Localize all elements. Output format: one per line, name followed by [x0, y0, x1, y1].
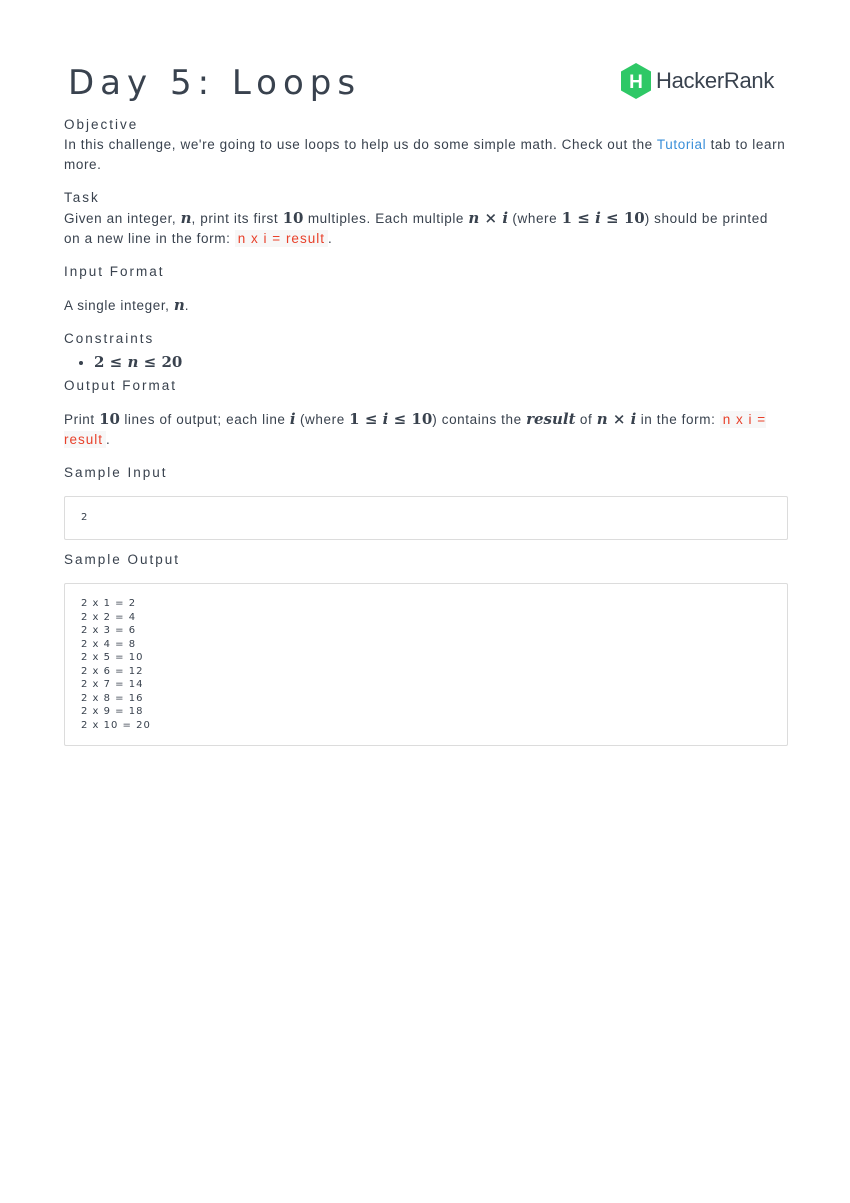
page-title: Day 5: Loops — [68, 63, 362, 103]
code-line: 2 — [81, 512, 89, 523]
problem-statement: Objective In this challenge, we're going… — [64, 115, 788, 746]
task-text: Given an integer, n, print its first 10 … — [64, 209, 768, 247]
code-line: 2 x 9 = 18 — [81, 706, 144, 717]
logo-letter: H — [629, 72, 643, 93]
output-format-text: Print 10 lines of output; each line i (w… — [64, 410, 767, 448]
output-format-heading: Output Format — [64, 378, 178, 393]
hackerrank-hexagon-icon: H — [621, 63, 651, 99]
input-format-heading: Input Format — [64, 264, 165, 279]
format-code: n x i = result — [234, 230, 328, 247]
brand-name: HackerRank — [656, 68, 775, 93]
code-line: 2 x 10 = 20 — [81, 719, 151, 731]
objective-heading: Objective — [64, 117, 139, 132]
code-line: 2 x 3 = 6 — [81, 625, 137, 636]
tutorial-link[interactable]: Tutorial — [657, 137, 706, 152]
input-format-text: A single integer, n. — [64, 296, 190, 314]
constraints-heading: Constraints — [64, 331, 155, 346]
sample-output-heading: Sample Output — [64, 552, 181, 567]
math-multiple: n × i — [468, 209, 509, 227]
constraint-item: 2 ≤ n ≤ 20 — [94, 349, 788, 376]
task-heading: Task — [64, 190, 100, 205]
code-line: 2 x 1 = 2 — [81, 598, 137, 609]
brand-logo: H HackerRank — [620, 63, 774, 99]
sample-output-box: 2 x 1 = 2 2 x 2 = 4 2 x 3 = 6 2 x 4 = 8 … — [64, 583, 788, 746]
math-n: n — [180, 209, 192, 227]
code-line: 2 x 8 = 16 — [81, 692, 144, 704]
code-line: 2 x 2 = 4 — [81, 611, 137, 623]
objective-text: In this challenge, we're going to use lo… — [64, 137, 786, 172]
code-line: 2 x 4 = 8 — [81, 638, 137, 650]
math-ten: 10 — [282, 209, 304, 227]
sample-input-box: 2 — [64, 496, 788, 540]
code-line: 2 x 6 = 12 — [81, 665, 144, 677]
constraints-list: 2 ≤ n ≤ 20 — [64, 349, 788, 376]
code-line: 2 x 7 = 14 — [81, 679, 144, 690]
math-range: 1 ≤ i ≤ 10 — [561, 209, 645, 227]
sample-input-heading: Sample Input — [64, 465, 168, 480]
code-line: 2 x 5 = 10 — [81, 652, 144, 663]
